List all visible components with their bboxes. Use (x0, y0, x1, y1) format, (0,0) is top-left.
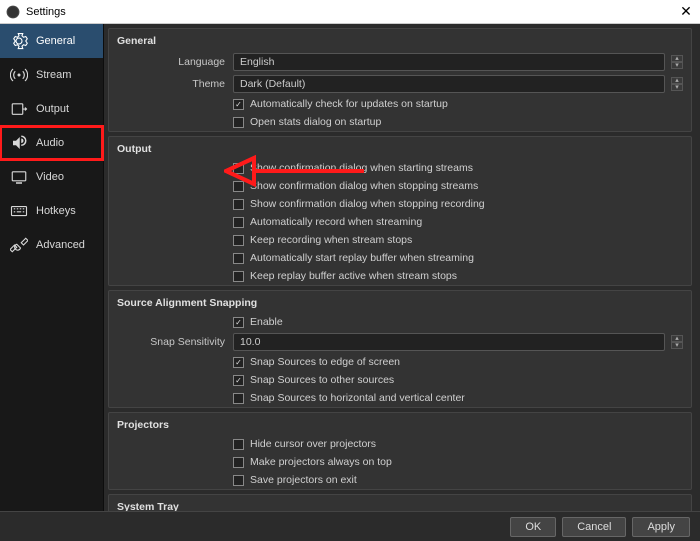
checkbox-label: Show confirmation dialog when stopping r… (250, 198, 485, 210)
close-icon[interactable]: ✕ (678, 3, 694, 20)
checkbox-label: Keep recording when stream stops (250, 234, 412, 246)
app-icon (6, 5, 20, 19)
checkbox-label: Show confirmation dialog when stopping s… (250, 180, 478, 192)
checkbox-open-stats[interactable] (233, 117, 244, 128)
checkbox-auto-update[interactable] (233, 99, 244, 110)
sidebar-item-label: Stream (36, 69, 71, 81)
apply-button[interactable]: Apply (632, 517, 690, 537)
sidebar: General Stream Output Audio Video Hotkey… (0, 24, 104, 511)
snap-sensitivity-input[interactable]: 10.0 (233, 333, 665, 351)
sidebar-item-label: General (36, 35, 75, 47)
cancel-button[interactable]: Cancel (562, 517, 626, 537)
sidebar-item-advanced[interactable]: Advanced (0, 228, 103, 262)
checkbox-label: Keep replay buffer active when stream st… (250, 270, 457, 282)
sidebar-item-audio[interactable]: Audio (0, 126, 103, 160)
checkbox-snap-other[interactable] (233, 375, 244, 386)
checkbox-hide-cursor[interactable] (233, 439, 244, 450)
checkbox-label: Open stats dialog on startup (250, 116, 381, 128)
checkbox-snap-center[interactable] (233, 393, 244, 404)
sidebar-item-video[interactable]: Video (0, 160, 103, 194)
theme-label: Theme (117, 78, 233, 90)
window-title: Settings (26, 6, 678, 18)
sidebar-item-label: Advanced (36, 239, 85, 251)
checkbox-always-top[interactable] (233, 457, 244, 468)
checkbox-label: Hide cursor over projectors (250, 438, 376, 450)
titlebar: Settings ✕ (0, 0, 700, 24)
checkbox-label: Snap Sources to other sources (250, 374, 394, 386)
checkbox-keep-recording[interactable] (233, 235, 244, 246)
sidebar-item-label: Output (36, 103, 69, 115)
footer: OK Cancel Apply (0, 511, 700, 541)
snap-sensitivity-label: Snap Sensitivity (117, 336, 233, 348)
checkbox-snap-enable[interactable] (233, 317, 244, 328)
group-snapping: Source Alignment Snapping Enable Snap Se… (108, 290, 692, 408)
checkbox-keep-replay[interactable] (233, 271, 244, 282)
checkbox-label: Snap Sources to horizontal and vertical … (250, 392, 465, 404)
checkbox-auto-record[interactable] (233, 217, 244, 228)
checkbox-label: Automatically record when streaming (250, 216, 422, 228)
keyboard-icon (10, 202, 28, 220)
spinner-icon[interactable]: ▴▾ (671, 335, 683, 349)
spinner-icon[interactable]: ▴▾ (671, 77, 683, 91)
checkbox-auto-replay[interactable] (233, 253, 244, 264)
checkbox-snap-edge[interactable] (233, 357, 244, 368)
checkbox-save-exit[interactable] (233, 475, 244, 486)
tools-icon (10, 236, 28, 254)
checkbox-label: Automatically start replay buffer when s… (250, 252, 474, 264)
sidebar-item-stream[interactable]: Stream (0, 58, 103, 92)
checkbox-label: Enable (250, 316, 283, 328)
language-select[interactable]: English (233, 53, 665, 71)
checkbox-stop-record[interactable] (233, 199, 244, 210)
checkbox-label: Save projectors on exit (250, 474, 357, 486)
checkbox-start-stream[interactable] (233, 163, 244, 174)
group-title: Projectors (109, 413, 691, 435)
sidebar-item-label: Hotkeys (36, 205, 76, 217)
checkbox-label: Make projectors always on top (250, 456, 392, 468)
spinner-icon[interactable]: ▴▾ (671, 55, 683, 69)
broadcast-icon (10, 66, 28, 84)
sidebar-item-general[interactable]: General (0, 24, 103, 58)
sidebar-item-output[interactable]: Output (0, 92, 103, 126)
output-icon (10, 100, 28, 118)
group-system-tray: System Tray Enable Minimize to system tr… (108, 494, 692, 511)
group-general: General Language English ▴▾ Theme Dark (… (108, 28, 692, 132)
ok-button[interactable]: OK (510, 517, 556, 537)
sidebar-item-hotkeys[interactable]: Hotkeys (0, 194, 103, 228)
group-projectors: Projectors Hide cursor over projectors M… (108, 412, 692, 490)
group-title: System Tray (109, 495, 691, 511)
theme-select[interactable]: Dark (Default) (233, 75, 665, 93)
sidebar-item-label: Audio (36, 137, 64, 149)
content-area: General Language English ▴▾ Theme Dark (… (104, 24, 700, 511)
gear-icon (10, 32, 28, 50)
group-title: General (109, 29, 691, 51)
group-output: Output Show confirmation dialog when sta… (108, 136, 692, 286)
audio-icon (10, 134, 28, 152)
group-title: Source Alignment Snapping (109, 291, 691, 313)
checkbox-stop-stream[interactable] (233, 181, 244, 192)
checkbox-label: Snap Sources to edge of screen (250, 356, 400, 368)
checkbox-label: Show confirmation dialog when starting s… (250, 162, 473, 174)
checkbox-label: Automatically check for updates on start… (250, 98, 448, 110)
sidebar-item-label: Video (36, 171, 64, 183)
group-title: Output (109, 137, 691, 159)
video-icon (10, 168, 28, 186)
language-label: Language (117, 56, 233, 68)
